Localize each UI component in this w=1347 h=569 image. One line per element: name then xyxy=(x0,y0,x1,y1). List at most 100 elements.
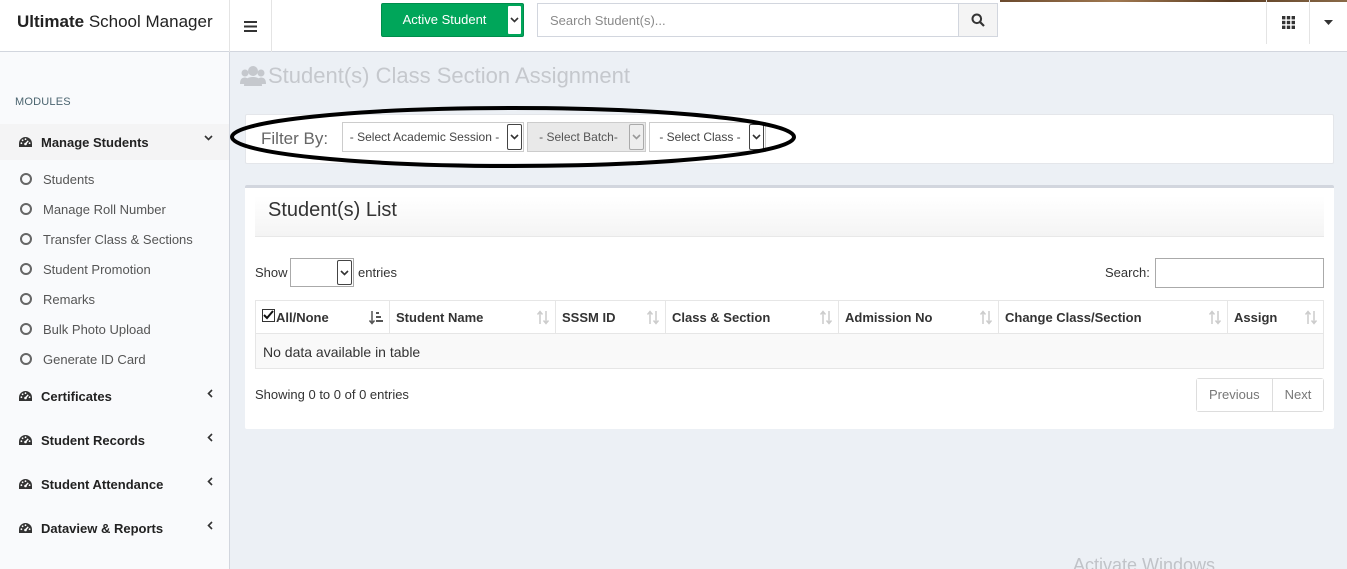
sidebar-item-label: Student Records xyxy=(41,432,146,448)
sidebar-subitem-manage-roll-number[interactable]: Manage Roll Number xyxy=(0,194,229,224)
sort-icon xyxy=(646,310,660,325)
sidebar-subitem-remarks[interactable]: Remarks xyxy=(0,284,229,314)
column-header-sssm-id[interactable]: SSSM ID xyxy=(556,300,666,334)
sort-icon xyxy=(979,310,993,325)
sidebar-toggle-button[interactable] xyxy=(230,0,272,52)
sidebar-section-header: MODULES xyxy=(15,96,71,108)
search-button[interactable] xyxy=(958,3,998,37)
circle-icon xyxy=(20,203,32,215)
brand-bold: Ultimate xyxy=(17,12,85,31)
show-label: Show xyxy=(255,265,288,280)
windows-activation-watermark: Activate Windows xyxy=(1073,555,1216,569)
sidebar-item-dataview-reports[interactable]: Dataview & Reports xyxy=(0,510,229,546)
sidebar-item-label: Student Attendance xyxy=(41,476,164,492)
dashboard-icon xyxy=(18,522,33,535)
chevron-down-icon xyxy=(629,124,644,150)
select-all-checkbox[interactable] xyxy=(262,308,275,322)
page-title: Student(s) Class Section Assignment xyxy=(240,62,630,90)
circle-icon xyxy=(20,263,32,275)
column-header-assign[interactable]: Assign xyxy=(1228,300,1324,334)
chevron-left-icon xyxy=(207,521,213,530)
sidebar-subitem-label: Student Promotion xyxy=(43,261,151,277)
sort-asc-icon xyxy=(369,311,383,325)
sidebar-subitem-transfer-class-sections[interactable]: Transfer Class & Sections xyxy=(0,224,229,254)
filter-label: Filter By: xyxy=(261,129,329,148)
entries-label: entries xyxy=(358,265,398,280)
hamburger-icon xyxy=(244,20,257,32)
dashboard-icon xyxy=(18,434,33,447)
sort-icon xyxy=(536,310,550,325)
chevron-down-icon xyxy=(507,124,522,150)
apps-menu-button[interactable] xyxy=(1266,0,1309,44)
circle-icon xyxy=(20,233,32,245)
batch-select[interactable]: - Select Batch- xyxy=(527,122,646,152)
table-search-input[interactable] xyxy=(1155,258,1324,288)
academic-session-select[interactable]: - Select Academic Session - xyxy=(342,122,524,152)
column-header-label: Change Class/Section xyxy=(1005,309,1142,325)
sidebar-item-certificates[interactable]: Certificates xyxy=(0,378,229,414)
sidebar-item-student-records[interactable]: Student Records xyxy=(0,422,229,458)
sidebar-subitem-label: Transfer Class & Sections xyxy=(43,231,193,247)
sidebar-subitem-generate-id-card[interactable]: Generate ID Card xyxy=(0,344,229,374)
dashboard-icon xyxy=(18,136,33,149)
sidebar-item-student-attendance[interactable]: Student Attendance xyxy=(0,466,229,502)
previous-page-button[interactable]: Previous xyxy=(1197,379,1272,411)
check-icon xyxy=(263,310,274,320)
table-search-label: Search: xyxy=(1105,265,1150,280)
search-icon xyxy=(971,13,985,27)
grid-icon xyxy=(1281,15,1295,29)
batch-select-value: - Select Batch- xyxy=(539,130,618,144)
column-header-class-section[interactable]: Class & Section xyxy=(666,300,839,334)
column-header-label: Assign xyxy=(1234,309,1278,325)
chevron-down-icon xyxy=(749,124,764,150)
chevron-left-icon xyxy=(207,433,213,442)
column-header-all-none[interactable]: All/None xyxy=(255,300,390,334)
user-menu-button[interactable] xyxy=(1309,0,1347,44)
dashboard-icon xyxy=(18,478,33,491)
column-header-change-class-section[interactable]: Change Class/Section xyxy=(999,300,1228,334)
sidebar-subitem-label: Generate ID Card xyxy=(43,351,146,367)
active-student-button[interactable]: Active Student xyxy=(381,3,524,37)
chevron-down-icon xyxy=(204,135,213,141)
academic-session-select-value: - Select Academic Session - xyxy=(349,130,500,144)
table-empty-message: No data available in table xyxy=(255,334,1324,369)
circle-icon xyxy=(20,353,32,365)
sidebar-subitem-label: Remarks xyxy=(43,291,96,307)
sidebar-item-manage-students[interactable]: Manage Students xyxy=(0,124,229,160)
sidebar-subitem-bulk-photo-upload[interactable]: Bulk Photo Upload xyxy=(0,314,229,344)
column-header-label: All/None xyxy=(276,309,329,325)
column-header-label: Class & Section xyxy=(672,309,771,325)
sidebar-subitem-label: Bulk Photo Upload xyxy=(43,321,151,337)
brand-rest: School Manager xyxy=(88,12,213,31)
sidebar-subitem-student-promotion[interactable]: Student Promotion xyxy=(0,254,229,284)
next-page-button[interactable]: Next xyxy=(1271,379,1324,411)
active-student-dropdown-toggle[interactable] xyxy=(507,5,522,35)
sidebar-subitem-label: Students xyxy=(43,171,95,187)
class-select-value: - Select Class - xyxy=(659,130,741,144)
chevron-down-icon xyxy=(337,260,352,285)
sidebar-item-label: Dataview & Reports xyxy=(41,520,164,536)
column-header-admission-no[interactable]: Admission No xyxy=(839,300,999,334)
column-header-label: Student Name xyxy=(396,309,484,325)
sort-icon xyxy=(1304,310,1318,325)
sidebar-item-label: Manage Students xyxy=(41,134,149,150)
app-logo[interactable]: Ultimate School Manager xyxy=(0,0,230,52)
class-select[interactable]: - Select Class - xyxy=(649,122,766,152)
sidebar-item-label: Certificates xyxy=(41,388,112,404)
sort-icon xyxy=(819,310,833,325)
pagination: Previous Next xyxy=(1196,378,1325,412)
circle-icon xyxy=(20,323,32,335)
page-title-text: Student(s) Class Section Assignment xyxy=(268,63,630,88)
student-search-input[interactable] xyxy=(537,3,959,37)
chevron-left-icon xyxy=(207,477,213,486)
circle-icon xyxy=(20,173,32,185)
entries-length-select[interactable] xyxy=(290,258,354,287)
column-header-student-name[interactable]: Student Name xyxy=(390,300,556,334)
table-info: Showing 0 to 0 of 0 entries xyxy=(255,387,409,402)
dashboard-icon xyxy=(18,390,33,403)
sidebar-subitem-students[interactable]: Students xyxy=(0,164,229,194)
column-header-label: SSSM ID xyxy=(562,309,616,325)
student-list-title: Student(s) List xyxy=(268,199,397,221)
users-icon xyxy=(240,66,266,86)
sidebar-subitem-label: Manage Roll Number xyxy=(43,201,166,217)
